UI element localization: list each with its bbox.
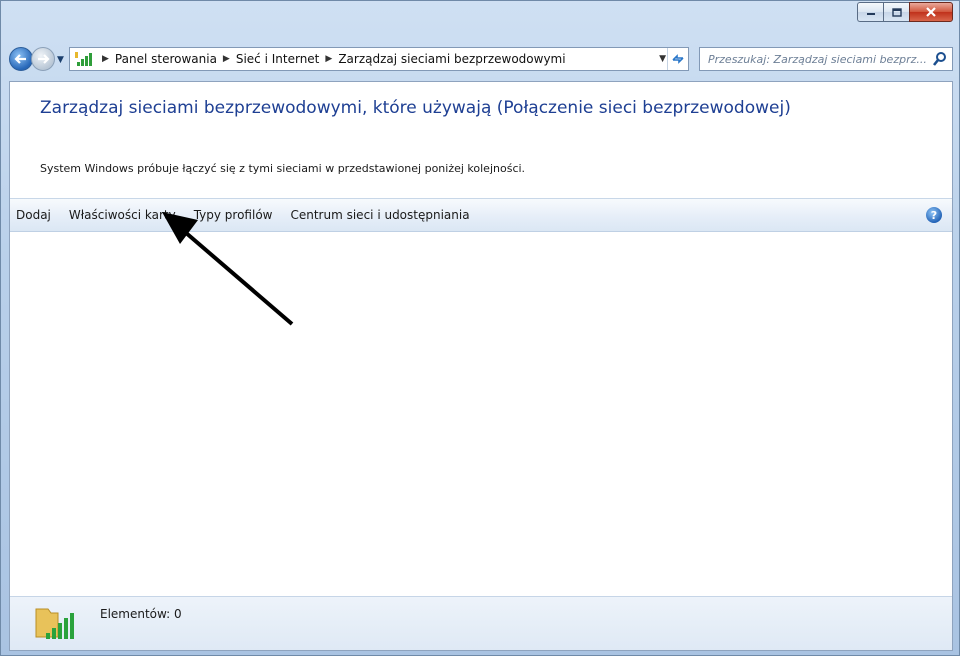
maximize-button[interactable] [883,2,909,22]
adapter-properties-button[interactable]: Właściwości karty [69,208,176,222]
back-button[interactable] [9,47,33,71]
chevron-right-icon[interactable]: ▶ [325,54,332,64]
title-bar [1,1,959,41]
help-icon: ? [930,208,938,222]
address-bar[interactable]: ▶ Panel sterowania ▶ Sieć i Internet ▶ Z… [69,47,689,71]
breadcrumb-manage-wireless[interactable]: Zarządzaj sieciami bezprzewodowymi [338,52,565,66]
command-bar: Dodaj Właściwości karty Typy profilów Ce… [10,198,952,232]
help-button[interactable]: ? [926,207,942,223]
page-title: Zarządzaj sieciami bezprzewodowymi, któr… [40,98,791,118]
refresh-icon [672,54,684,64]
add-button[interactable]: Dodaj [16,208,51,222]
profile-types-button[interactable]: Typy profilów [194,208,273,222]
address-dropdown-icon[interactable]: ▼ [659,54,666,64]
recent-pages-dropdown[interactable]: ▼ [57,55,64,65]
breadcrumb: ▶ Panel sterowania ▶ Sieć i Internet ▶ Z… [96,52,566,66]
back-arrow-icon [14,54,26,64]
window-frame: ▼ ▶ Panel sterowania ▶ Sieć i Internet ▶… [0,0,960,656]
close-button[interactable] [909,2,953,22]
maximize-icon [891,7,902,17]
window-controls [857,2,953,22]
network-sharing-center-button[interactable]: Centrum sieci i udostępniania [290,208,469,222]
wireless-folder-icon [35,608,74,639]
content-pane: Zarządzaj sieciami bezprzewodowymi, któr… [9,81,953,651]
item-count: Elementów: 0 [100,607,182,621]
chevron-right-icon[interactable]: ▶ [223,54,230,64]
search-icon[interactable] [932,51,948,67]
navigation-bar: ▼ ▶ Panel sterowania ▶ Sieć i Internet ▶… [9,45,953,75]
forward-button[interactable] [31,47,55,71]
network-signal-icon [75,52,92,66]
search-input[interactable]: Przeszukaj: Zarządzaj sieciami bezprz... [699,47,953,71]
minimize-button[interactable] [857,2,883,22]
close-icon [926,7,936,17]
search-placeholder: Przeszukaj: Zarządzaj sieciami bezprz... [708,52,927,66]
network-list[interactable] [10,232,952,596]
forward-arrow-icon [38,54,50,64]
page-description: System Windows próbuje łączyć się z tymi… [40,162,526,175]
status-bar: Elementów: 0 [10,596,952,650]
breadcrumb-control-panel[interactable]: Panel sterowania [115,52,217,66]
refresh-button[interactable] [667,48,688,70]
chevron-right-icon[interactable]: ▶ [102,54,109,64]
breadcrumb-network-internet[interactable]: Sieć i Internet [236,52,320,66]
minimize-icon [866,13,875,15]
